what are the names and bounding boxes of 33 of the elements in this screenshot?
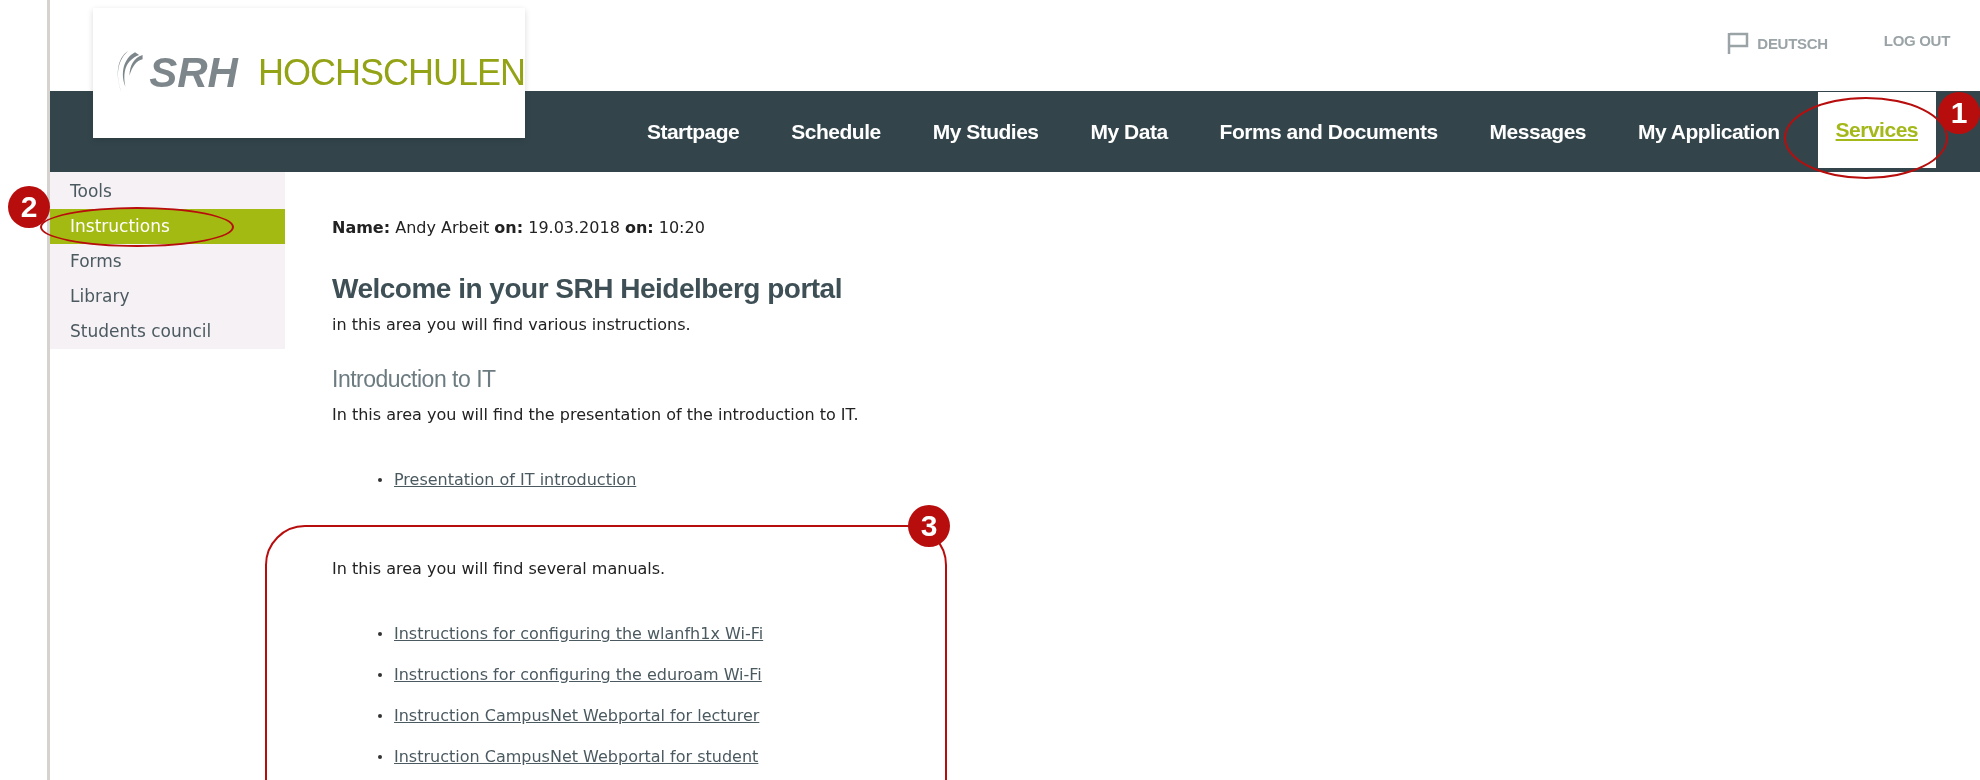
- bullet-icon: [378, 631, 382, 636]
- nav-tab[interactable]: My Studies: [918, 91, 1053, 172]
- bullet-icon: [378, 754, 382, 759]
- bullet-icon: [378, 477, 382, 482]
- page-heading: Welcome in your SRH Heidelberg portal: [332, 273, 843, 305]
- logo-text: HOCHSCHULEN: [257, 52, 525, 94]
- logo-card[interactable]: SRH HOCHSCHULEN: [93, 8, 525, 138]
- document-link[interactable]: Instructions for configuring the eduroam Wi-Fi: [394, 665, 762, 684]
- bullet-icon: [378, 713, 382, 718]
- user-info: Name: Andy Arbeit on: 19.03.2018 on: 10:20: [332, 218, 706, 237]
- nav-tab[interactable]: Messages: [1475, 91, 1600, 172]
- document-link[interactable]: Instruction CampusNet Webportal for student: [394, 747, 759, 766]
- nav-tab[interactable]: My Application: [1624, 91, 1794, 172]
- document-link[interactable]: Presentation of IT introduction: [394, 470, 637, 489]
- document-link[interactable]: Instructions for configuring the wlanfh1x Wi-Fi: [394, 624, 764, 643]
- nav-tab[interactable]: My Data: [1076, 91, 1182, 172]
- sidebar-item[interactable]: Students council: [50, 314, 285, 349]
- nav-tab[interactable]: Schedule: [777, 91, 895, 172]
- section-text: In this area you will find several manuals.: [332, 559, 667, 578]
- nav-tab[interactable]: Startpage: [632, 91, 754, 172]
- logo-mark: SRH: [149, 49, 238, 97]
- callout-badge: 2: [8, 186, 50, 228]
- flag-icon: [1727, 32, 1750, 54]
- callout-badge: 3: [908, 505, 950, 547]
- section-text: In this area you will find the presentation of the introduction to IT.: [332, 405, 859, 424]
- sidebar-item[interactable]: Tools: [50, 174, 285, 209]
- sidebar-item[interactable]: Library: [50, 279, 285, 314]
- section-heading: Introduction to IT: [332, 366, 497, 393]
- sidebar-item[interactable]: Forms: [50, 244, 285, 279]
- intro-text: in this area you will find various instructions.: [332, 315, 692, 334]
- nav-tab[interactable]: Forms and Documents: [1205, 91, 1452, 172]
- document-link[interactable]: Instruction CampusNet Webportal for lecturer: [394, 706, 760, 725]
- bullet-icon: [378, 672, 382, 677]
